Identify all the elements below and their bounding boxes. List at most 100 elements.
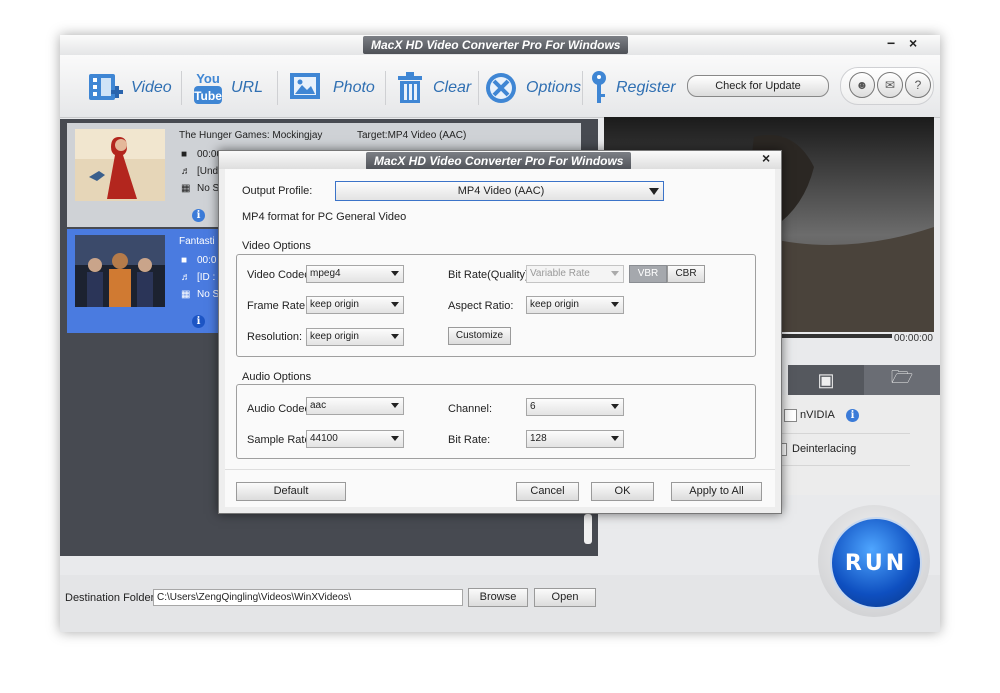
resolution-select[interactable]: keep origin	[306, 328, 404, 346]
bitrate-quality-value: Variable Rate	[530, 268, 590, 279]
frame-rate-select[interactable]: keep origin	[306, 296, 404, 314]
divider	[780, 433, 910, 434]
chevron-down-icon	[611, 404, 619, 409]
video-codec-value: mpeg4	[310, 268, 341, 279]
browse-button[interactable]: Browse	[468, 588, 528, 607]
audio-codec-label: Audio Codec:	[247, 403, 314, 415]
clear-label: Clear	[433, 79, 472, 96]
destination-label: Destination Folder:	[65, 592, 158, 604]
register-label: Register	[616, 79, 676, 96]
trash-icon	[398, 72, 422, 103]
youtube-tube-text: Tube	[194, 89, 222, 103]
audio-bitrate-label: Bit Rate:	[448, 434, 491, 446]
profile-description: MP4 format for PC General Video	[242, 211, 407, 223]
open-button[interactable]: Open	[534, 588, 596, 607]
subtitle-icon: ▦	[181, 289, 191, 300]
chevron-down-icon	[391, 436, 399, 441]
check-update-button[interactable]: Check for Update	[687, 75, 829, 97]
help-icon[interactable]: ?	[905, 72, 931, 98]
add-video-button[interactable]: Video	[87, 68, 172, 108]
toolbar-divider	[181, 71, 182, 105]
divider	[225, 469, 775, 470]
file-subtitle[interactable]: No S	[197, 183, 219, 194]
destination-bar: Destination Folder: C:\Users\ZengQinglin…	[60, 575, 940, 632]
audio-bitrate-value: 128	[530, 433, 547, 444]
output-profile-dialog: MacX HD Video Converter Pro For Windows …	[218, 150, 782, 514]
time-display: 00:00:00	[894, 333, 933, 344]
mail-icon[interactable]: ✉	[877, 72, 903, 98]
dialog-title-bar[interactable]: MacX HD Video Converter Pro For Windows …	[219, 150, 781, 170]
info-icon[interactable]: i	[192, 209, 205, 222]
folder-icon[interactable]: 🗁	[864, 365, 940, 395]
options-button[interactable]: Options	[484, 68, 581, 108]
deinterlacing-label: Deinterlacing	[792, 443, 857, 455]
ok-button[interactable]: OK	[591, 482, 654, 501]
register-button[interactable]: Register	[590, 68, 676, 108]
audio-icon: ♬	[181, 166, 191, 177]
subtitle-icon: ▦	[181, 183, 191, 194]
destination-path-input[interactable]: C:\Users\ZengQingling\Videos\WinXVideos\	[153, 589, 463, 606]
bitrate-quality-select[interactable]: Variable Rate	[526, 265, 624, 283]
chevron-down-icon	[391, 271, 399, 276]
url-label: URL	[231, 79, 264, 96]
dialog-title: MacX HD Video Converter Pro For Windows	[366, 152, 632, 170]
sample-rate-label: Sample Rate:	[247, 434, 314, 446]
channel-select[interactable]: 6	[526, 398, 624, 416]
toolbar-divider	[385, 71, 386, 105]
cancel-button[interactable]: Cancel	[516, 482, 579, 501]
aspect-ratio-value: keep origin	[530, 299, 579, 310]
video-codec-select[interactable]: mpeg4	[306, 265, 404, 283]
photo-label: Photo	[333, 79, 375, 96]
customize-button[interactable]: Customize	[448, 327, 511, 345]
default-button[interactable]: Default	[236, 482, 346, 501]
info-icon[interactable]: i	[192, 315, 205, 328]
audio-bitrate-select[interactable]: 128	[526, 430, 624, 448]
nvidia-checkbox[interactable]	[784, 409, 797, 422]
run-button[interactable]: RUN	[830, 517, 922, 609]
key-icon	[592, 71, 606, 103]
cbr-button[interactable]: CBR	[667, 265, 705, 283]
nvidia-label: nVIDIA	[800, 409, 835, 421]
chevron-down-icon	[611, 302, 619, 307]
youtube-icon: You Tube	[194, 71, 222, 104]
chevron-down-icon	[611, 271, 619, 276]
apply-to-all-button[interactable]: Apply to All	[671, 482, 762, 501]
clear-button[interactable]: Clear	[395, 68, 471, 108]
file-title: The Hunger Games: Mockingjay	[179, 130, 323, 141]
sample-rate-select[interactable]: 44100	[306, 430, 404, 448]
info-icon[interactable]: i	[846, 409, 859, 422]
output-profile-label: Output Profile:	[242, 185, 313, 197]
video-options-heading: Video Options	[242, 240, 311, 252]
photo-button[interactable]: Photo	[289, 68, 375, 108]
divider	[780, 465, 910, 466]
vbr-button[interactable]: VBR	[629, 265, 667, 283]
video-thumbnail	[75, 129, 165, 201]
file-audio-track[interactable]: [Und	[197, 166, 218, 177]
audio-codec-select[interactable]: aac	[306, 397, 404, 415]
minimize-button[interactable]: −	[887, 35, 895, 51]
bitrate-quality-label: Bit Rate(Quality):	[448, 269, 532, 281]
aspect-ratio-select[interactable]: keep origin	[526, 296, 624, 314]
sample-rate-value: 44100	[310, 433, 338, 444]
chevron-down-icon	[649, 188, 659, 195]
user-icon[interactable]: ☻	[849, 72, 875, 98]
add-video-icon	[89, 74, 123, 100]
dialog-close-button[interactable]: ×	[762, 150, 770, 166]
close-button[interactable]: ×	[909, 35, 917, 51]
video-thumbnail	[75, 235, 165, 307]
file-audio-track[interactable]: [ID :	[197, 272, 215, 283]
video-label: Video	[131, 79, 172, 96]
file-duration: 00:0	[197, 255, 217, 266]
title-bar[interactable]: MacX HD Video Converter Pro For Windows …	[60, 35, 940, 55]
youtube-you-text: You	[196, 71, 220, 86]
url-button[interactable]: You Tube URL	[193, 68, 263, 108]
output-profile-select[interactable]: MP4 Video (AAC)	[335, 181, 664, 201]
camera-icon[interactable]: ▣	[788, 365, 864, 395]
toolbar-divider	[277, 71, 278, 105]
duration-icon: ■	[181, 255, 188, 266]
file-subtitle[interactable]: No S	[197, 289, 219, 300]
photo-icon	[290, 73, 320, 99]
list-scrollbar[interactable]	[584, 514, 592, 544]
frame-rate-value: keep origin	[310, 299, 359, 310]
chevron-down-icon	[391, 403, 399, 408]
